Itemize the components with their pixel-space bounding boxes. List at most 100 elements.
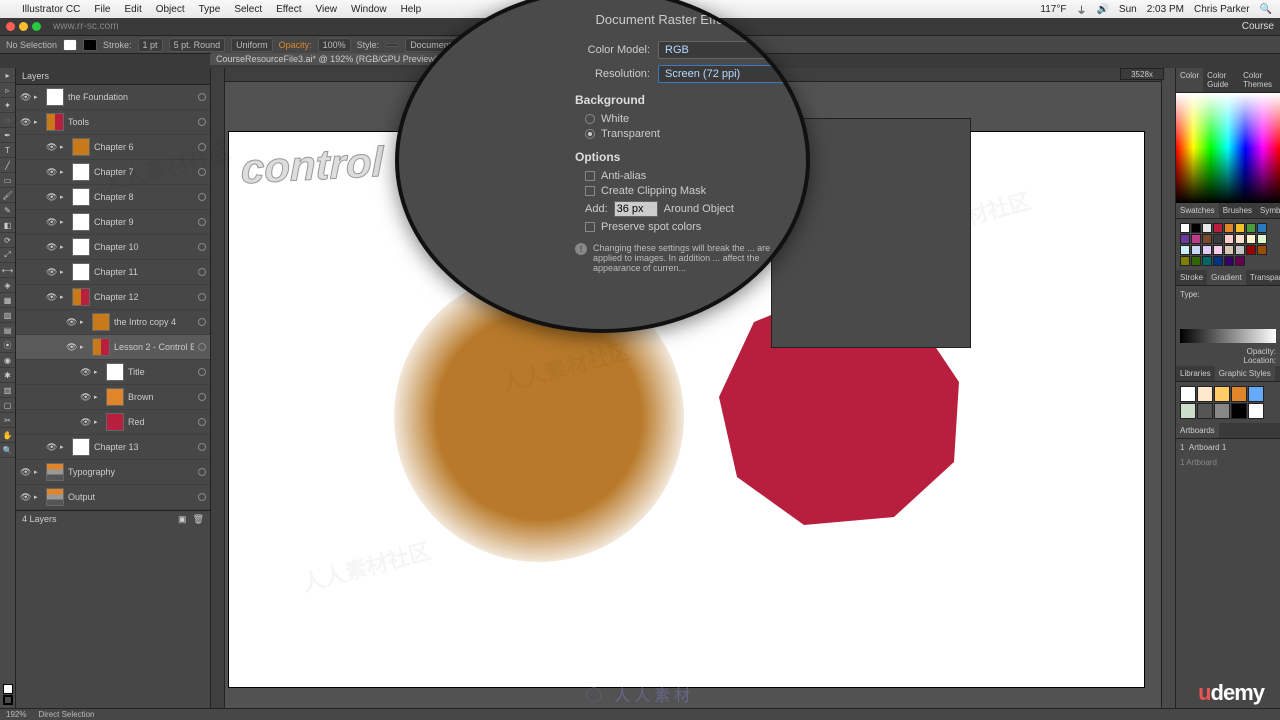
slice-tool[interactable]: ✂ <box>0 413 15 428</box>
target-icon[interactable] <box>198 393 206 401</box>
expand-icon[interactable]: ▸ <box>60 143 68 151</box>
swatch[interactable] <box>1213 234 1223 244</box>
swatch[interactable] <box>1213 223 1223 233</box>
target-icon[interactable] <box>198 443 206 451</box>
graphic-style[interactable] <box>1214 403 1230 419</box>
tab-brushes[interactable]: Brushes <box>1219 203 1256 218</box>
blend-tool[interactable]: ◉ <box>0 353 15 368</box>
graphic-style[interactable] <box>1180 403 1196 419</box>
tab-libraries[interactable]: Libraries <box>1176 366 1215 381</box>
menu-illustrator[interactable]: Illustrator CC <box>22 4 80 15</box>
menu-type[interactable]: Type <box>199 4 221 15</box>
expand-icon[interactable]: ▸ <box>60 268 68 276</box>
direct-selection-tool[interactable]: ▹ <box>0 83 15 98</box>
graphic-style[interactable] <box>1248 403 1264 419</box>
layer-row[interactable]: 👁▸Typography <box>16 460 210 485</box>
expand-icon[interactable]: ▸ <box>60 218 68 226</box>
swatch[interactable] <box>1191 245 1201 255</box>
stroke-weight[interactable]: 1 pt <box>138 38 163 52</box>
rectangle-tool[interactable]: ▭ <box>0 173 15 188</box>
expand-icon[interactable]: ▸ <box>80 343 88 351</box>
graphic-style[interactable] <box>1231 386 1247 402</box>
layer-row[interactable]: 👁▸Red <box>16 410 210 435</box>
target-icon[interactable] <box>198 93 206 101</box>
visibility-icon[interactable]: 👁 <box>80 367 90 377</box>
pen-tool[interactable]: ✒ <box>0 128 15 143</box>
target-icon[interactable] <box>198 193 206 201</box>
new-layer-icon[interactable]: ▣ <box>178 514 187 525</box>
visibility-icon[interactable]: 👁 <box>46 192 56 202</box>
menu-help[interactable]: Help <box>401 4 422 15</box>
graphic-style[interactable] <box>1197 386 1213 402</box>
rotate-tool[interactable]: ⟳ <box>0 233 15 248</box>
panel-dock[interactable] <box>1161 68 1175 708</box>
target-icon[interactable] <box>198 118 206 126</box>
resolution-select[interactable]: Screen (72 ppi)▼ <box>658 65 790 83</box>
symbol-tool[interactable]: ✱ <box>0 368 15 383</box>
swatch[interactable] <box>1213 245 1223 255</box>
tab-swatches[interactable]: Swatches <box>1176 203 1219 218</box>
swatch[interactable] <box>1257 234 1267 244</box>
swatch[interactable] <box>1180 223 1190 233</box>
menu-select[interactable]: Select <box>234 4 262 15</box>
brush-tool[interactable]: 🖌 <box>0 188 15 203</box>
swatch[interactable] <box>1202 245 1212 255</box>
graphic-style[interactable] <box>1248 386 1264 402</box>
visibility-icon[interactable]: 👁 <box>66 317 76 327</box>
lasso-tool[interactable]: ◌ <box>0 113 15 128</box>
visibility-icon[interactable]: 👁 <box>46 142 56 152</box>
layer-row[interactable]: 👁▸Output <box>16 485 210 510</box>
swatch[interactable] <box>1191 234 1201 244</box>
layers-header[interactable]: Layers <box>16 68 210 85</box>
swatch[interactable] <box>1257 245 1267 255</box>
visibility-icon[interactable]: 👁 <box>20 467 30 477</box>
ruler-vertical[interactable] <box>211 68 225 708</box>
tab-artboards[interactable]: Artboards <box>1176 423 1219 438</box>
visibility-icon[interactable]: 👁 <box>20 92 30 102</box>
menu-object[interactable]: Object <box>156 4 185 15</box>
color-picker[interactable] <box>1176 93 1280 203</box>
stroke-color[interactable] <box>3 695 13 705</box>
expand-icon[interactable]: ▸ <box>60 243 68 251</box>
search-icon[interactable]: 🔍 <box>1260 4 1272 15</box>
swatch[interactable] <box>1224 234 1234 244</box>
mesh-tool[interactable]: ▨ <box>0 308 15 323</box>
bg-white-radio[interactable]: White <box>585 113 790 125</box>
layer-row[interactable]: 👁▸Chapter 7 <box>16 160 210 185</box>
visibility-icon[interactable]: 👁 <box>46 292 56 302</box>
expand-icon[interactable]: ▸ <box>60 443 68 451</box>
hand-tool[interactable]: ✋ <box>0 428 15 443</box>
artboard-item[interactable]: 1 Artboard 1 <box>1180 443 1276 452</box>
visibility-icon[interactable]: 👁 <box>20 117 30 127</box>
antialias-checkbox[interactable]: Anti-alias <box>585 170 790 182</box>
visibility-icon[interactable]: 👁 <box>46 267 56 277</box>
clipping-mask-checkbox[interactable]: Create Clipping Mask <box>585 185 790 197</box>
swatch[interactable] <box>1246 245 1256 255</box>
expand-icon[interactable]: ▸ <box>60 193 68 201</box>
target-icon[interactable] <box>198 168 206 176</box>
graphic-style[interactable] <box>1231 403 1247 419</box>
visibility-icon[interactable]: 👁 <box>46 217 56 227</box>
target-icon[interactable] <box>198 268 206 276</box>
perspective-tool[interactable]: ▦ <box>0 293 15 308</box>
expand-icon[interactable]: ▸ <box>60 168 68 176</box>
tab-color-themes[interactable]: Color Themes <box>1239 68 1280 92</box>
layer-row[interactable]: 👁▸Chapter 9 <box>16 210 210 235</box>
target-icon[interactable] <box>198 493 206 501</box>
layer-row[interactable]: 👁▸Chapter 6 <box>16 135 210 160</box>
gradient-slider[interactable] <box>1180 329 1276 343</box>
delete-layer-icon[interactable]: 🗑 <box>193 514 204 525</box>
menu-effect[interactable]: Effect <box>276 4 301 15</box>
gradient-tool[interactable]: ▤ <box>0 323 15 338</box>
swatch[interactable] <box>1246 223 1256 233</box>
swatch[interactable] <box>1246 234 1256 244</box>
line-tool[interactable]: ╱ <box>0 158 15 173</box>
graphic-style[interactable] <box>1214 386 1230 402</box>
bg-transparent-radio[interactable]: Transparent <box>585 128 790 140</box>
layer-row[interactable]: 👁▸Chapter 11 <box>16 260 210 285</box>
add-pixels-input[interactable] <box>614 201 658 217</box>
top-menu-course[interactable]: Course <box>1242 21 1274 32</box>
scale-tool[interactable]: ⤢ <box>0 248 15 263</box>
expand-icon[interactable]: ▸ <box>80 318 88 326</box>
fill-color[interactable] <box>3 684 13 694</box>
